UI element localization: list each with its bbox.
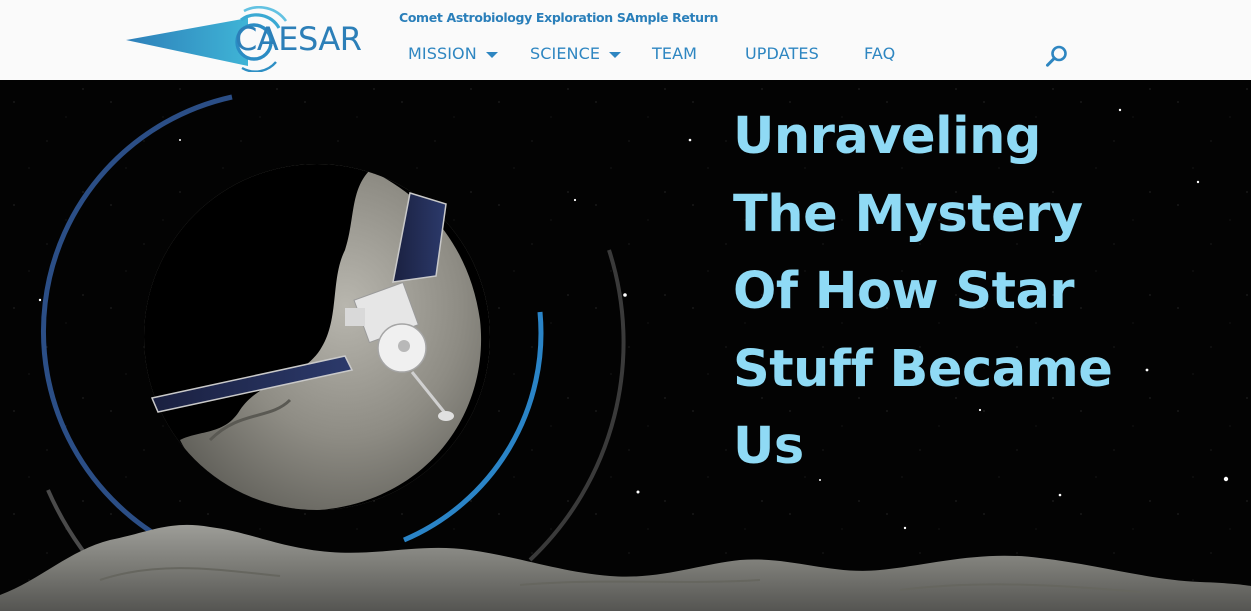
search-icon[interactable] — [1045, 44, 1069, 68]
headline-line: Of How Star — [733, 262, 1075, 321]
nav-item-science[interactable]: SCIENCE — [530, 44, 622, 63]
headline-line: Unraveling — [733, 107, 1041, 166]
chevron-down-icon — [485, 52, 498, 58]
headline-line: The Mystery — [733, 184, 1083, 244]
nav-item-label: MISSION — [408, 44, 477, 63]
logo-text: CAESAR — [235, 20, 362, 58]
site-tagline: Comet Astrobiology Exploration SAmple Re… — [399, 10, 719, 25]
chevron-down-icon — [609, 52, 622, 58]
nav-item-label: FAQ — [864, 44, 896, 63]
hero-banner: Unraveling The Mystery Of How Star Stuff… — [0, 80, 1251, 611]
nav-item-faq[interactable]: FAQ — [864, 44, 895, 63]
nav-item-updates[interactable]: UPDATES — [745, 44, 819, 63]
nav-item-label: UPDATES — [745, 44, 819, 63]
caesar-logo[interactable]: CAESAR — [124, 6, 374, 72]
hero-headline: Unraveling The Mystery Of How Star Stuff… — [733, 98, 1203, 486]
nav-item-label: TEAM — [652, 44, 698, 63]
nav-item-label: SCIENCE — [530, 44, 601, 63]
headline-line: Us — [733, 417, 804, 476]
headline-line: Stuff Became — [733, 339, 1113, 399]
nav-item-mission[interactable]: MISSION — [408, 44, 498, 63]
nav-item-team[interactable]: TEAM — [652, 44, 697, 63]
site-header: CAESAR Comet Astrobiology Exploration SA… — [0, 0, 1251, 80]
